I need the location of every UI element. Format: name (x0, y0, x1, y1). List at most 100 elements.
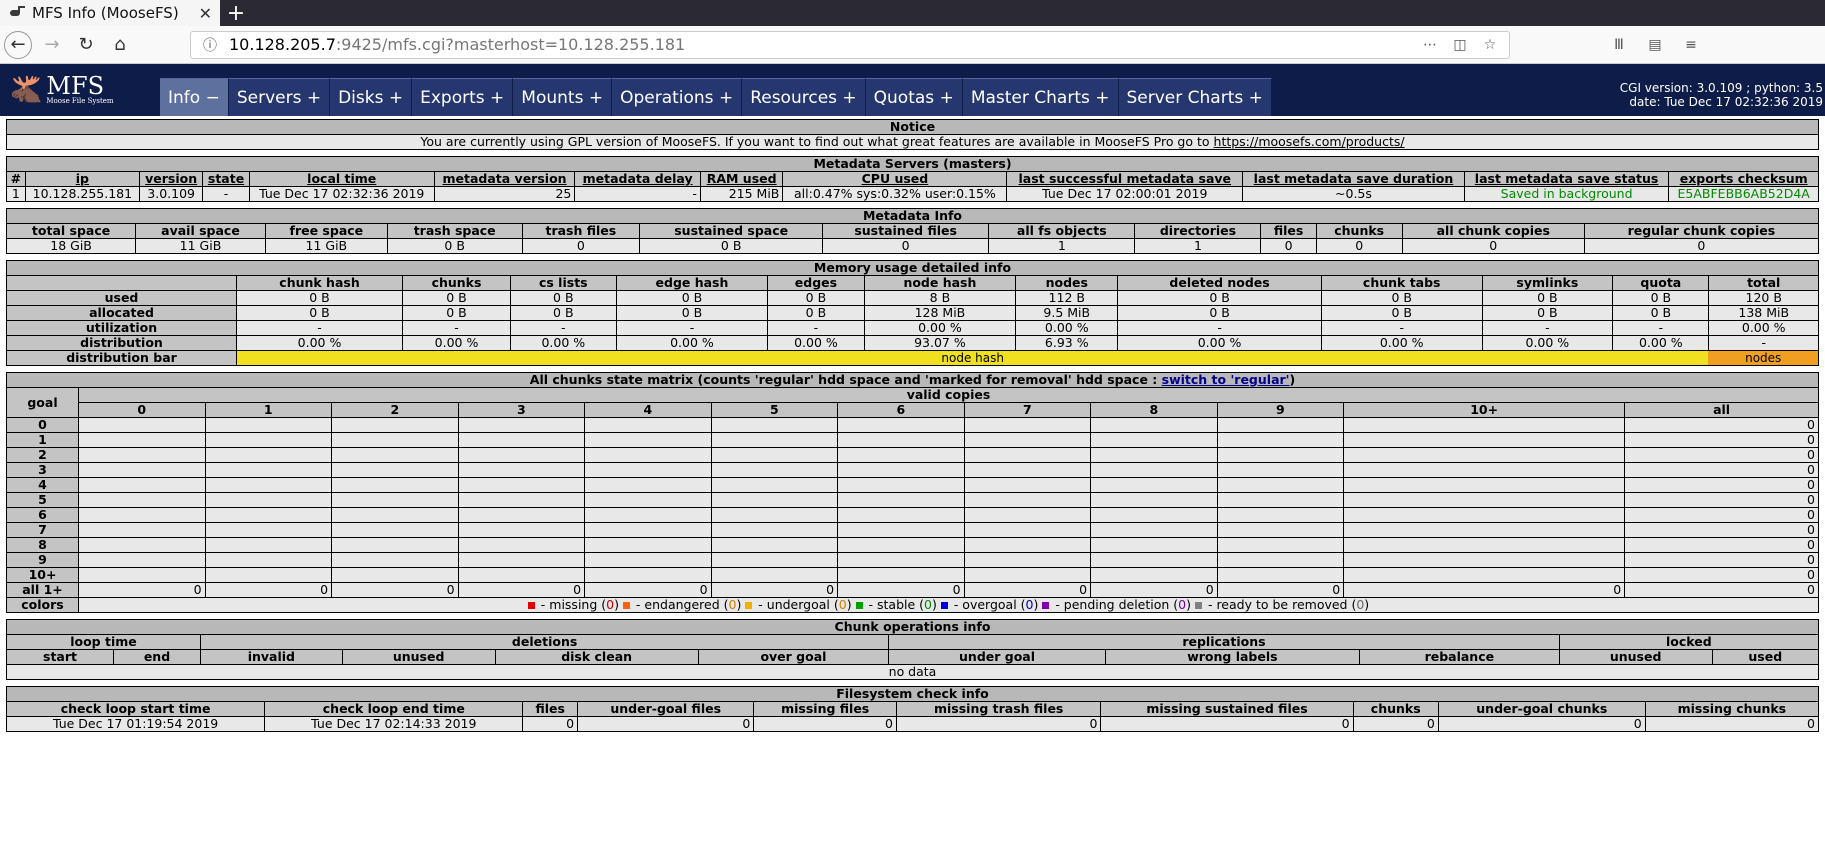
legend-text: - pending deletion ( (1051, 597, 1179, 612)
memory-cell: 0 B (1481, 290, 1614, 306)
matrix-goal-label: 3 (6, 462, 79, 478)
masters-header-cell[interactable]: ip (24, 171, 140, 187)
masters-header-cell[interactable]: CPU used (782, 171, 1008, 187)
matrix-cell (78, 447, 206, 463)
metadata-header-cell: avail space (135, 223, 266, 239)
masters-header-cell[interactable]: last metadata save status (1463, 171, 1670, 187)
deletions-group: deletions (199, 634, 890, 650)
legend-color-swatch (940, 602, 948, 609)
masters-header-cell[interactable]: metadata version (433, 171, 576, 187)
home-icon[interactable]: ⌂ (106, 31, 134, 59)
menu-item-servers[interactable]: Servers + (228, 78, 331, 116)
matrix-row-all-cell: 0 (1624, 552, 1819, 568)
pocket-icon[interactable]: ◫ (1449, 37, 1471, 53)
matrix-cell (1090, 477, 1218, 493)
sidebar-icon[interactable]: ▤ (1644, 37, 1666, 53)
matrix-cell (837, 447, 965, 463)
matrix-goal-label: 9 (6, 552, 79, 568)
masters-header-cell[interactable]: metadata delay (574, 171, 701, 187)
memory-cell: 0 B (510, 305, 617, 321)
masters-header-cell[interactable]: last metadata save duration (1242, 171, 1465, 187)
matrix-cell (457, 552, 586, 568)
matrix-cell (331, 417, 459, 433)
memory-cell: 0 B (1481, 305, 1614, 321)
memory-cell: 0 B (402, 305, 511, 321)
valid-copies-column-header: 2 (331, 402, 459, 418)
menu-item-quotas[interactable]: Quotas + (865, 78, 963, 116)
mfs-logo[interactable]: 🫎 MFS Moose File System (0, 64, 160, 116)
reload-icon[interactable]: ↻ (72, 31, 100, 59)
library-icon[interactable]: Ⅲ (1608, 37, 1630, 53)
matrix-cell (963, 447, 1092, 463)
masters-header-cell[interactable]: local time (248, 171, 435, 187)
masters-cell: 3.0.109 (138, 186, 204, 202)
matrix-cell (331, 492, 459, 508)
back-arrow-icon[interactable]: ← (4, 30, 32, 59)
memory-header-cell: nodes (1015, 275, 1119, 291)
switch-to-regular-link[interactable]: switch to 'regular' (1162, 372, 1290, 387)
matrix-cell (837, 537, 965, 553)
matrix-cell (584, 417, 712, 433)
masters-header-cell[interactable]: version (138, 171, 204, 187)
legend-close: ) (846, 597, 856, 612)
valid-copies-column-header: all (1624, 402, 1819, 418)
matrix-all-cell: 0 (837, 582, 965, 598)
matrix-cell (710, 522, 839, 538)
masters-cell: 215 MiB (699, 186, 784, 202)
masters-cell: all:0.47% sys:0.32% user:0.15% (782, 186, 1008, 202)
masters-header-cell[interactable]: state (202, 171, 250, 187)
menu-icon[interactable]: ≡ (1680, 37, 1702, 53)
menu-item-operations[interactable]: Operations + (612, 78, 743, 116)
memory-cell: 0 B (510, 290, 617, 306)
moose-favicon-icon (8, 6, 25, 20)
close-tab-icon[interactable]: ✕ (199, 4, 212, 23)
new-tab-button[interactable]: + (220, 0, 252, 26)
matrix-all-cell: 0 (1624, 582, 1819, 598)
memory-cell: 0.00 % (1481, 335, 1614, 351)
page-actions-icon[interactable]: ⋯ (1419, 37, 1441, 53)
address-bar[interactable]: ⓘ 10.128.205.7:9425/mfs.cgi?masterhost=1… (190, 30, 1510, 59)
menu-item-server[interactable]: Server Charts + (1118, 78, 1272, 116)
info-icon[interactable]: ⓘ (199, 35, 221, 55)
matrix-row-all-cell: 0 (1624, 447, 1819, 463)
metadata-header-cell: chunks (1315, 223, 1403, 239)
matrix-cell (1216, 552, 1345, 568)
chunk-operations-header-cell: under goal (888, 649, 1106, 665)
metadata-header-cell: free space (264, 223, 388, 239)
masters-cell: Tue Dec 17 02:32:36 2019 (248, 186, 435, 202)
legend-color-swatch (622, 602, 630, 609)
distribution-bar-node-hash: node hash (237, 351, 1709, 365)
matrix-cell (78, 492, 206, 508)
menu-item-master[interactable]: Master Charts + (962, 78, 1119, 116)
forward-arrow-icon[interactable]: → (38, 31, 66, 59)
matrix-cell (331, 522, 459, 538)
metadata-header-cell: sustained space (639, 223, 824, 239)
masters-header-cell[interactable]: last successful metadata save (1006, 171, 1244, 187)
menu-item-disks[interactable]: Disks + (330, 78, 413, 116)
browser-tab[interactable]: MFS Info (MooseFS) ✕ (0, 0, 220, 26)
menu-item-exports[interactable]: Exports + (412, 78, 514, 116)
filesystem-check-header-cell: check loop end time (264, 701, 524, 717)
memory-cell: 0.00 % (863, 320, 1017, 336)
legend-text: - ready to be removed ( (1203, 597, 1357, 612)
main-content: Notice You are currently using GPL versi… (0, 116, 1825, 732)
colors-legend: - missing (0) - endangered (0) - undergo… (78, 597, 1819, 613)
menu-item-resources[interactable]: Resources + (742, 78, 866, 116)
matrix-cell (710, 507, 839, 523)
masters-header-cell[interactable]: exports checksum (1668, 171, 1819, 187)
masters-cell: E5ABFEBB6AB52D4A (1668, 186, 1819, 202)
bookmark-star-icon[interactable]: ☆ (1479, 37, 1501, 53)
matrix-row-all-cell: 0 (1624, 522, 1819, 538)
mfs-header: 🫎 MFS Moose File System Info − Servers + D… (0, 64, 1825, 116)
matrix-cell (1216, 522, 1345, 538)
menu-item-info[interactable]: Info − (160, 78, 229, 116)
memory-cell: 138 MiB (1708, 305, 1819, 321)
valid-copies-column-header: 8 (1090, 402, 1218, 418)
legend-color-swatch (745, 602, 753, 609)
matrix-all-cell: 0 (78, 582, 206, 598)
filesystem-check-cell: 0 (895, 716, 1102, 732)
moosefs-products-link[interactable]: https://moosefs.com/products/ (1214, 134, 1405, 149)
metadata-cell: 0 (1583, 238, 1820, 254)
menu-item-mounts[interactable]: Mounts + (513, 78, 613, 116)
masters-header-cell[interactable]: RAM used (699, 171, 784, 187)
